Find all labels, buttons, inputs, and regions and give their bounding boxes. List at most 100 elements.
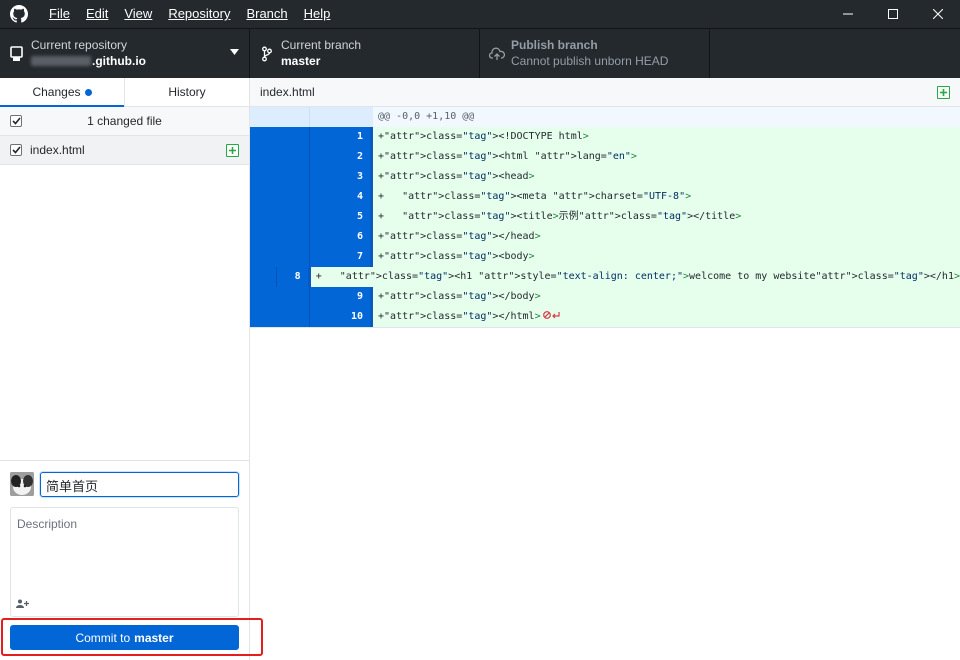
changed-files-count: 1 changed file [87,114,162,128]
line-number: 9 [310,287,373,307]
line-number: 2 [310,147,373,167]
file-added-icon [937,86,950,99]
diff-line[interactable]: 5 + "attr">class="tag"><title>示例"attr">cl… [250,207,960,227]
no-newline-icon [541,311,561,322]
line-code: +"attr">class="tag"><!DOCTYPE html> [373,127,960,147]
old-line-gutter [250,267,278,287]
commit-summary-input[interactable]: 简单首页 [40,472,239,497]
publish-label: Publish branch [511,37,598,52]
old-line-gutter [250,127,310,147]
menu-file[interactable]: File [41,0,78,28]
menu-branch[interactable]: Branch [238,0,295,28]
branch-label: Current branch [281,37,362,52]
git-branch-icon [259,46,275,62]
changed-files-header: 1 changed file [0,107,249,136]
line-number: 3 [310,167,373,187]
commit-button[interactable]: Commit to master [10,625,239,650]
line-code: +"attr">class="tag"><html "attr">lang="e… [373,147,960,167]
old-line-gutter [250,307,310,327]
old-line-gutter [250,167,310,187]
repo-label: Current repository [31,37,128,52]
tab-history-label: History [168,85,206,99]
avatar [10,472,34,496]
diff-line[interactable]: 8 + "attr">class="tag"><h1 "attr">style="… [250,267,960,287]
menu-edit[interactable]: Edit [78,0,116,28]
line-code: +"attr">class="tag"></head> [373,227,960,247]
diff-line[interactable]: 9 +"attr">class="tag"></body> [250,287,960,307]
commit-form: 简单首页 Description Commit to master [0,460,263,660]
window-controls [825,0,960,28]
repo-name: .github.io [92,53,146,68]
line-code: +"attr">class="tag"><body> [373,247,960,267]
tab-changes[interactable]: Changes [0,78,124,107]
cloud-upload-icon [489,46,505,62]
line-number: 8 [277,267,311,287]
close-icon [932,9,943,19]
minimize-button[interactable] [825,0,870,28]
diff-line[interactable]: 6 +"attr">class="tag"></head> [250,227,960,247]
line-code: + "attr">class="tag"><title>示例"attr">cla… [373,207,960,227]
tab-changes-label: Changes [32,85,81,99]
menu-bar: File Edit View Repository Branch Help [41,0,338,28]
maximize-icon [887,9,898,19]
old-line-gutter [250,227,310,247]
file-added-icon [226,144,239,157]
current-repository-button[interactable]: Current repository .github.io [0,29,250,78]
line-number: 1 [310,127,373,147]
add-coauthor-icon[interactable] [16,599,29,611]
title-bar: File Edit View Repository Branch Help [0,0,960,28]
sidebar-tabs: Changes History [0,78,249,107]
branch-name: master [281,53,321,68]
line-code: + "attr">class="tag"><h1 "attr">style="t… [310,267,960,287]
commit-button-prefix: Commit to [75,630,131,645]
file-name: index.html [30,143,85,157]
menu-view[interactable]: View [116,0,160,28]
chevron-down-icon [230,49,239,55]
line-number: 10 [310,307,373,327]
repo-icon [9,45,25,62]
publish-status: Cannot publish unborn HEAD [511,53,669,68]
diff-end-divider [250,327,960,328]
line-number: 5 [310,207,373,227]
menu-help[interactable]: Help [296,0,339,28]
line-code: +"attr">class="tag"><head> [373,167,960,187]
description-placeholder: Description [17,517,78,531]
current-branch-button[interactable]: Current branch master [250,29,480,78]
line-number: 4 [310,187,373,207]
diff-line[interactable]: 10 +"attr">class="tag"></html> [250,307,960,327]
close-button[interactable] [915,0,960,28]
line-code: +"attr">class="tag"></body> [373,287,960,307]
tab-history[interactable]: History [124,78,249,106]
old-line-gutter [250,207,310,227]
diff-filename: index.html [260,85,315,99]
commit-description-field[interactable]: Description [10,507,239,617]
file-checkbox[interactable] [10,144,22,156]
line-number: 6 [310,227,373,247]
diff-line[interactable]: 1 +"attr">class="tag"><!DOCTYPE html> [250,127,960,147]
line-number: 7 [310,247,373,267]
old-line-gutter [250,287,310,307]
toolbar: Current repository .github.io Current br… [0,28,960,78]
diff-line[interactable]: 7 +"attr">class="tag"><body> [250,247,960,267]
hunk-header-text: @@ -0,0 +1,10 @@ [378,111,475,122]
old-line-gutter [250,147,310,167]
commit-button-branch: master [134,630,174,645]
diff-header: index.html [250,78,960,107]
maximize-button[interactable] [870,0,915,28]
diff-line[interactable]: 2 +"attr">class="tag"><html "attr">lang="… [250,147,960,167]
repo-name-row: .github.io [31,53,146,70]
old-line-gutter [250,247,310,267]
line-code: +"attr">class="tag"></html> [373,307,960,327]
list-item[interactable]: index.html [0,136,249,165]
hunk-header[interactable]: @@ -0,0 +1,10 @@ [250,107,960,127]
redacted-username [31,56,91,67]
minimize-icon [842,13,853,15]
old-line-gutter [250,187,310,207]
checkmark-icon [11,146,21,154]
sidebar: Changes History 1 changed file index.htm… [0,78,263,660]
menu-repository[interactable]: Repository [160,0,238,28]
diff-line[interactable]: 3 +"attr">class="tag"><head> [250,167,960,187]
diff-line[interactable]: 4 + "attr">class="tag"><meta "attr">chars… [250,187,960,207]
publish-branch-button[interactable]: Publish branch Cannot publish unborn HEA… [480,29,710,78]
github-logo-icon [9,4,29,24]
